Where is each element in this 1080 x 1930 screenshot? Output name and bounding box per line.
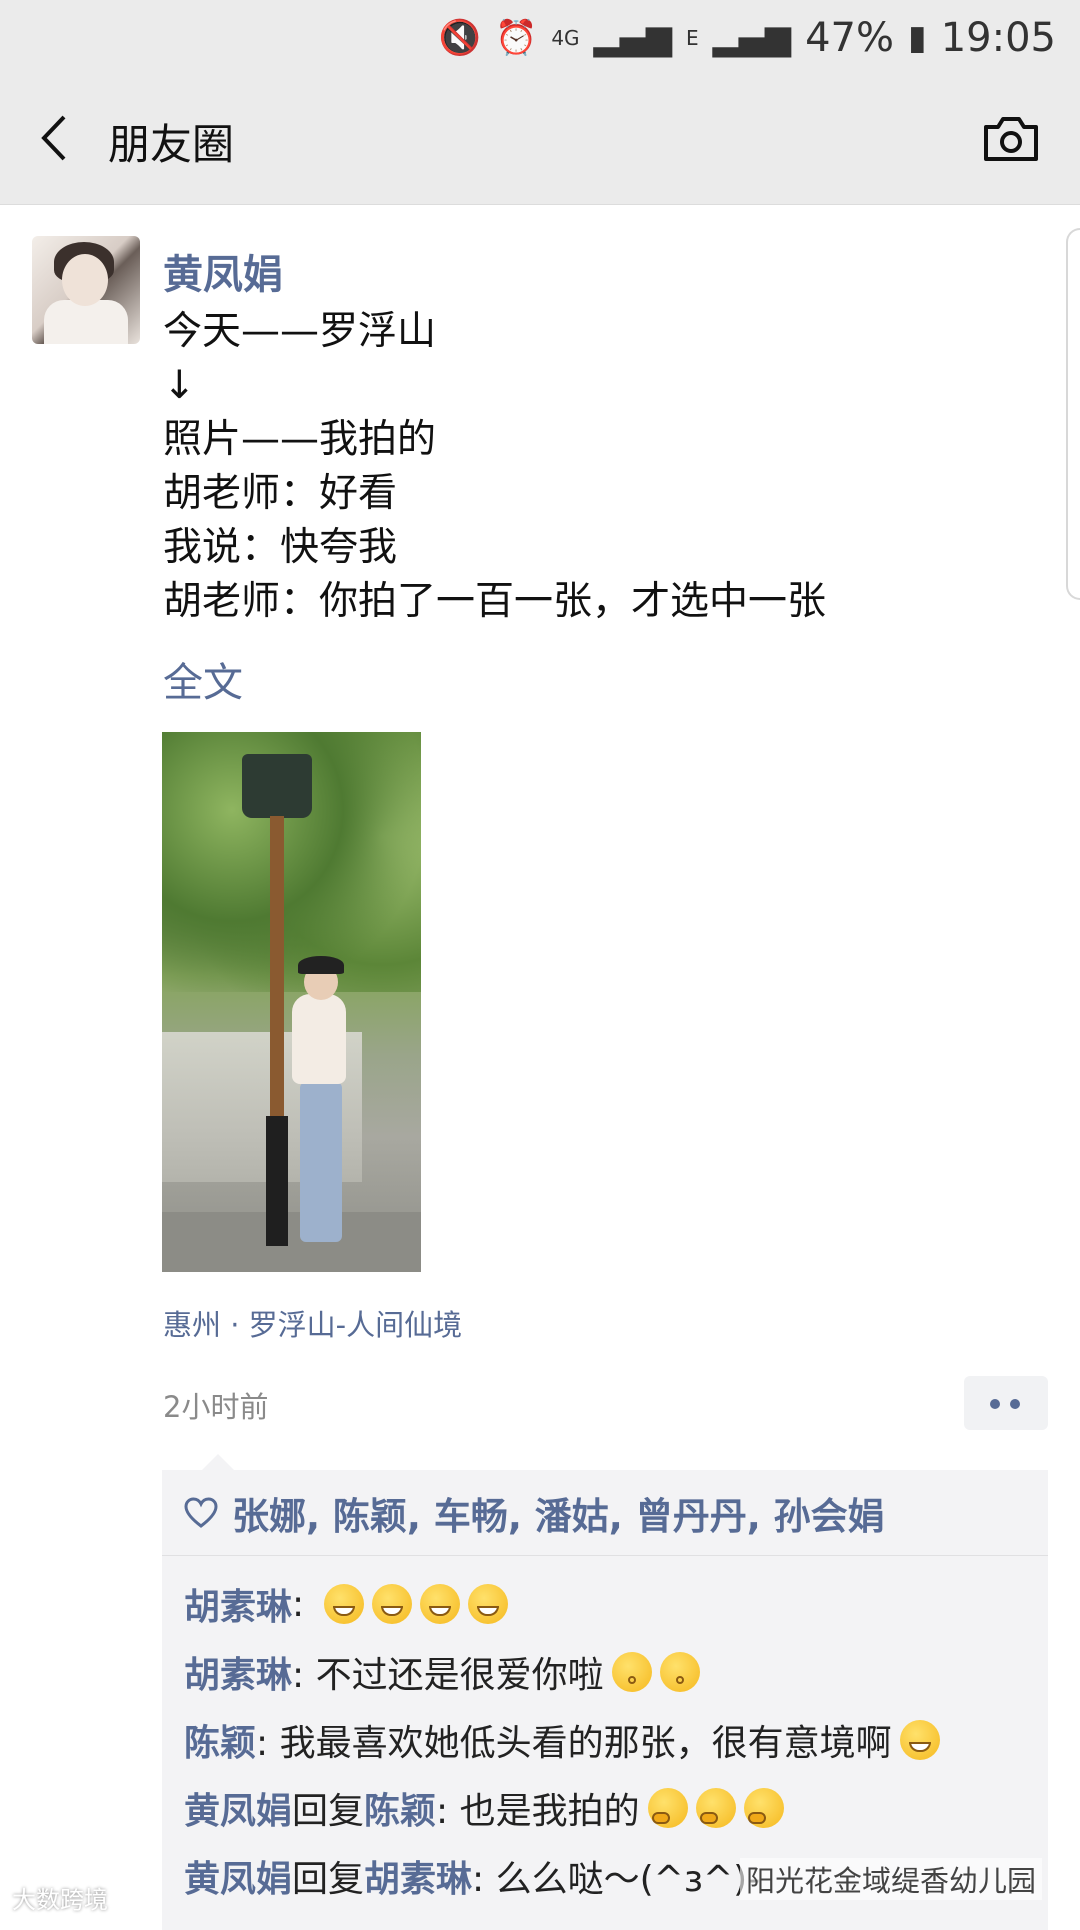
thinking-emoji-icon (695, 1788, 736, 1828)
reply-word: 回复 (292, 1791, 365, 1832)
post-time: 2小时前 (163, 1390, 269, 1424)
post-line: 照片——我拍的 (163, 417, 437, 462)
comment-author[interactable]: 黄凤娟 (184, 1850, 292, 1902)
comment-row[interactable]: 黄凤娟 回复 陈颖 : 也是我拍的 (184, 1774, 1044, 1842)
post-line: ↓ (163, 363, 196, 408)
network-4g-label: 4G (551, 25, 580, 50)
watermark-left: 大数跨境 (12, 1886, 108, 1914)
edge-handle[interactable] (1066, 228, 1080, 600)
grin-emoji-icon (467, 1584, 508, 1624)
location-link[interactable]: 惠州 · 罗浮山-人间仙境 (163, 1302, 462, 1344)
signal-icon: ▂▄▆ (712, 17, 792, 58)
post-line: 我说：快夸我 (163, 525, 398, 570)
kiss-emoji-icon (659, 1652, 700, 1692)
post-text: 今天——罗浮山 ↓ 照片——我拍的 胡老师：好看 我说：快夸我 胡老师：你拍了一… (163, 305, 826, 629)
comment-text: : (292, 1583, 316, 1625)
thinking-emoji-icon (647, 1788, 688, 1828)
network-e-label: E (686, 25, 699, 50)
dot-icon (990, 1399, 1000, 1409)
chevron-left-icon[interactable] (36, 113, 76, 163)
reply-to-name[interactable]: 陈颖 (364, 1782, 436, 1834)
watermark-right: 阳光花金域缇香幼儿园 (740, 1858, 1043, 1900)
page-title: 朋友圈 (108, 120, 235, 169)
more-actions-button[interactable] (964, 1376, 1048, 1430)
post-line: 今天——罗浮山 (163, 309, 437, 354)
grin-emoji-icon (371, 1584, 412, 1624)
comment-row[interactable]: 胡素琳 : (184, 1570, 1044, 1638)
grin-emoji-icon (323, 1584, 364, 1624)
post-author-name[interactable]: 黄凤娟 (163, 242, 283, 300)
status-bar: 🔇 ⏰ 4G ▂▄▆ E ▂▄▆ 47% ▮ 19:05 (0, 0, 1080, 75)
dot-icon (1010, 1399, 1020, 1409)
comment-row[interactable]: 陈颖 : 我最喜欢她低头看的那张，很有意境啊 (184, 1706, 1044, 1774)
comment-author[interactable]: 黄凤娟 (184, 1782, 292, 1834)
reply-word: 回复 (292, 1859, 365, 1900)
likes-row: 张娜, 陈颖, 车畅, 潘姑, 曾丹丹, 孙会娟 (162, 1470, 1048, 1556)
clock: 19:05 (940, 14, 1056, 61)
signal-icon: ▂▄▆ (593, 17, 672, 58)
battery-icon: ▮ (908, 17, 927, 58)
post-photo[interactable] (162, 732, 421, 1272)
avatar[interactable] (32, 236, 140, 344)
alarm-icon: ⏰ (494, 17, 538, 58)
post-line: 胡老师：你拍了一百一张，才选中一张 (163, 579, 827, 624)
comment-author[interactable]: 陈颖 (184, 1714, 256, 1766)
comment-author[interactable]: 胡素琳 (184, 1646, 292, 1698)
comment-text: : 不过还是很爱你啦 (292, 1655, 604, 1696)
heart-icon (184, 1496, 218, 1528)
battery-percent: 47% (805, 14, 894, 61)
thinking-emoji-icon (743, 1788, 784, 1828)
comment-author[interactable]: 胡素琳 (184, 1578, 292, 1630)
comment-text: : 么么哒～(^з^)- (472, 1859, 761, 1900)
panel-arrow (202, 1454, 234, 1470)
camera-icon[interactable] (982, 113, 1040, 163)
comment-text: : 也是我拍的 (436, 1791, 640, 1832)
full-text-link[interactable]: 全文 (163, 650, 243, 708)
mute-icon: 🔇 (438, 17, 481, 58)
comment-row[interactable]: 胡素琳 : 不过还是很爱你啦 (184, 1638, 1044, 1706)
kiss-emoji-icon (611, 1652, 652, 1692)
nav-bar: 朋友圈 (0, 75, 1080, 205)
grin-emoji-icon (899, 1720, 940, 1760)
reply-to-name[interactable]: 胡素琳 (364, 1850, 472, 1902)
comment-text: : 我最喜欢她低头看的那张，很有意境啊 (256, 1723, 892, 1764)
post-line: 胡老师：好看 (163, 471, 398, 516)
likes-names[interactable]: 张娜, 陈颖, 车畅, 潘姑, 曾丹丹, 孙会娟 (232, 1486, 885, 1540)
grin-emoji-icon (419, 1584, 460, 1624)
